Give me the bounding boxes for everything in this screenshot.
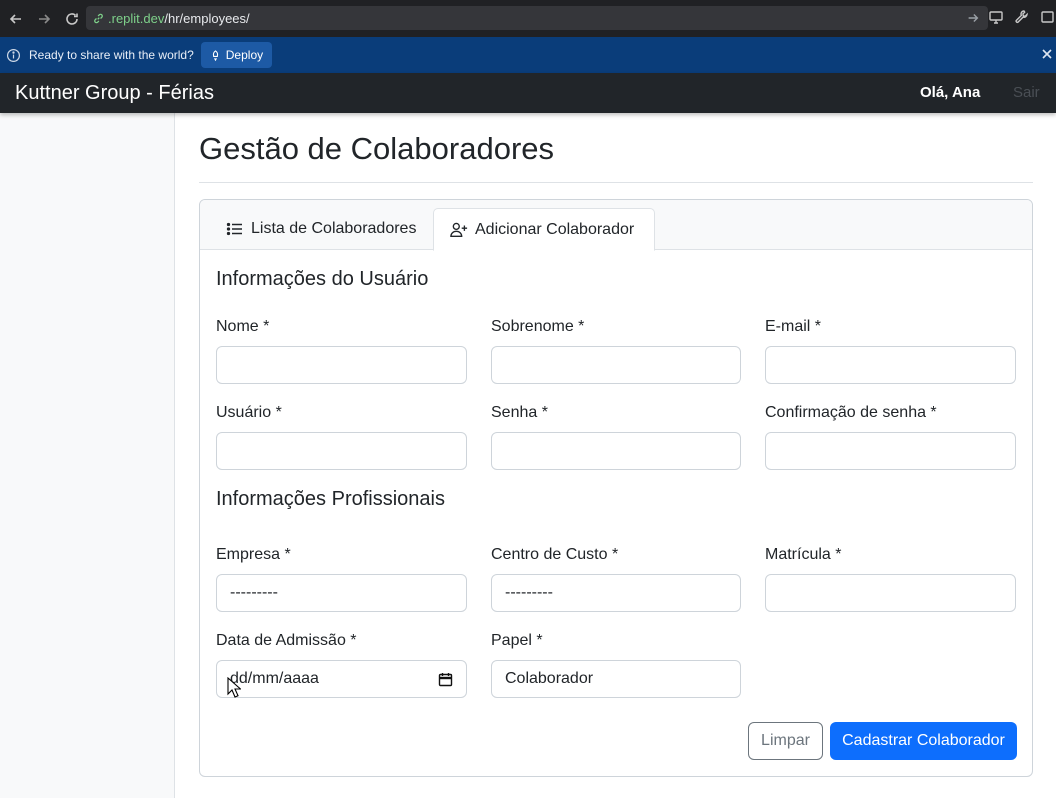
last-name-label: Sobrenome * [491, 318, 585, 335]
company-select[interactable]: --------- [216, 574, 467, 612]
password-confirm-label: Confirmação de senha * [765, 404, 937, 421]
url-path: /hr/employees/ [164, 10, 250, 26]
admission-date-input[interactable]: dd/mm/aaaa [216, 660, 467, 698]
password-label: Senha * [491, 404, 548, 421]
tab-add-employee[interactable]: Adicionar Colaborador [433, 208, 655, 251]
admission-date-value: dd/mm/aaaa [230, 670, 319, 687]
submit-employee-button[interactable]: Cadastrar Colaborador [830, 722, 1017, 760]
clear-button[interactable]: Limpar [748, 722, 823, 760]
calendar-icon[interactable] [438, 672, 453, 687]
browser-toolbar: .replit.dev/hr/employees/ [0, 0, 1056, 37]
tab-employee-list[interactable]: Lista de Colaboradores [210, 208, 432, 250]
role-label: Papel * [491, 632, 543, 649]
go-arrow-icon[interactable] [966, 11, 980, 25]
close-icon[interactable] [1040, 47, 1054, 61]
reload-button[interactable] [58, 5, 86, 33]
deploy-message: Ready to share with the world? [29, 48, 194, 62]
registration-input[interactable] [765, 574, 1016, 612]
registration-label: Matrícula * [765, 546, 842, 563]
tab-label: Adicionar Colaborador [475, 220, 635, 238]
email-label: E-mail * [765, 318, 822, 335]
user-plus-icon [450, 222, 468, 237]
employee-form-card: Lista de Colaboradores Adicionar Colabor… [199, 199, 1033, 777]
navbar-brand[interactable]: Kuttner Group - Férias [15, 82, 214, 105]
sidebar [0, 113, 175, 798]
back-button[interactable] [2, 5, 30, 33]
first-name-label: Nome * [216, 318, 270, 335]
deploy-banner: Ready to share with the world? Deploy [0, 37, 1056, 73]
list-icon [226, 222, 242, 236]
user-info-heading: Informações do Usuário [216, 268, 429, 290]
username-label: Usuário * [216, 404, 282, 421]
arrow-left-icon [9, 13, 21, 24]
logout-link[interactable]: Sair [1013, 84, 1040, 101]
username-input[interactable] [216, 432, 467, 470]
rocket-icon [212, 49, 218, 61]
forward-button[interactable] [30, 5, 58, 33]
page-title: Gestão de Colaboradores [199, 131, 555, 166]
password-input[interactable] [491, 432, 741, 470]
info-icon [6, 48, 21, 62]
mouse-cursor-icon [227, 677, 241, 698]
app-navbar: Kuttner Group - Férias Olá, Ana Sair [0, 73, 1056, 113]
url-host: .replit.dev [108, 10, 165, 26]
external-window-icon[interactable] [1040, 9, 1056, 25]
arrow-right-icon [39, 13, 51, 24]
monitor-icon[interactable] [988, 9, 1004, 25]
deploy-button[interactable]: Deploy [200, 42, 273, 68]
tab-bar: Lista de Colaboradores Adicionar Colabor… [200, 200, 1032, 251]
company-label: Empresa * [216, 546, 291, 563]
link-icon [94, 13, 103, 23]
chrome-actions [988, 9, 1056, 25]
title-divider [199, 182, 1033, 183]
password-confirm-input[interactable] [765, 432, 1016, 470]
admission-date-label: Data de Admissão * [216, 632, 357, 649]
tab-label: Lista de Colaboradores [251, 220, 417, 237]
deploy-button-label: Deploy [225, 48, 264, 62]
first-name-input[interactable] [216, 346, 467, 384]
user-greeting: Olá, Ana [920, 84, 981, 101]
reload-icon [66, 12, 78, 25]
email-field[interactable] [765, 346, 1016, 384]
address-bar[interactable]: .replit.dev/hr/employees/ [86, 6, 988, 30]
last-name-input[interactable] [491, 346, 741, 384]
role-select[interactable]: Colaborador [491, 660, 741, 698]
professional-info-heading: Informações Profissionais [216, 488, 445, 510]
wrench-icon[interactable] [1014, 9, 1030, 25]
cost-center-select[interactable]: --------- [491, 574, 741, 612]
cost-center-label: Centro de Custo * [491, 546, 619, 563]
